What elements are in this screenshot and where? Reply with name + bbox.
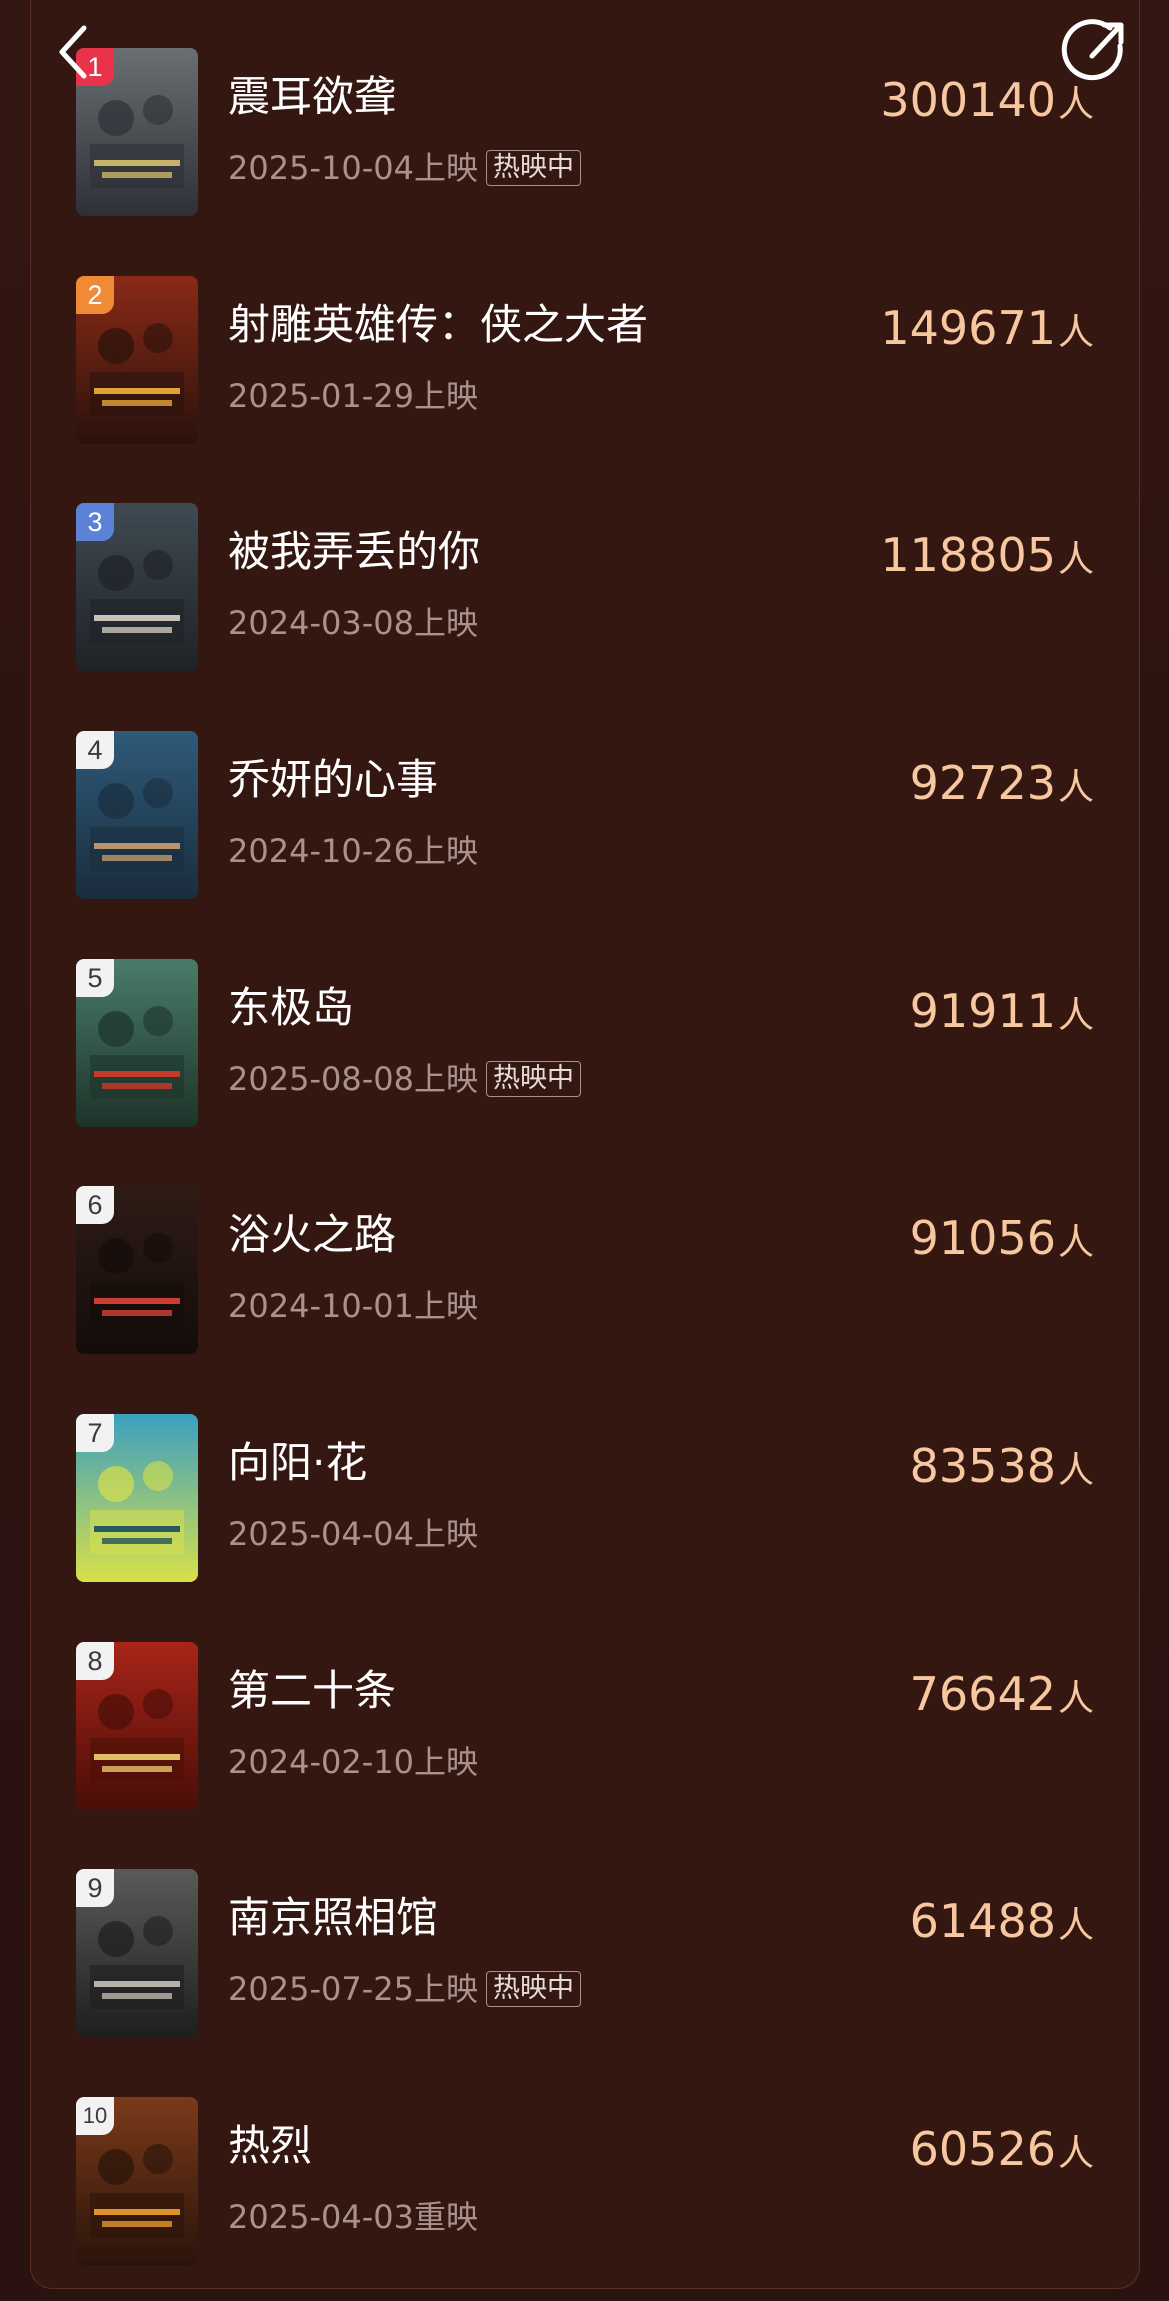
release-date: 2024-10-01上映 [228, 1287, 478, 1325]
movie-row[interactable]: 8 第二十条 2024-02-10上映 76642人 [30, 1594, 1138, 1822]
audience-count-number: 149671 [880, 301, 1056, 355]
movie-title[interactable]: 东极岛 [228, 983, 354, 1033]
rank-badge: 7 [76, 1414, 114, 1452]
release-date: 2025-04-04上映 [228, 1515, 478, 1553]
audience-count-number: 91056 [909, 1211, 1056, 1265]
movie-row[interactable]: 7 向阳·花 2025-04-04上映 83538人 [30, 1366, 1138, 1594]
audience-count: 91056人 [910, 1210, 1094, 1277]
movie-row[interactable]: 5 东极岛 2025-08-08上映 热映中 91911人 [30, 911, 1138, 1139]
movie-row[interactable]: 1 震耳欲聋 2025-10-04上映 热映中 300140人 [30, 0, 1138, 228]
movie-title[interactable]: 射雕英雄传：侠之大者 [228, 300, 648, 350]
audience-count: 60526人 [910, 2121, 1094, 2188]
release-date-line: 2024-02-10上映 [228, 1742, 478, 1782]
audience-count: 91911人 [910, 983, 1094, 1050]
rank-badge: 10 [76, 2097, 114, 2135]
audience-count-number: 60526 [909, 2122, 1056, 2176]
share-icon [1061, 19, 1124, 81]
back-button[interactable] [52, 22, 96, 82]
movie-title[interactable]: 被我弄丢的你 [228, 527, 480, 577]
release-date: 2024-03-08上映 [228, 604, 478, 642]
release-date-line: 2025-04-03重映 [228, 2197, 478, 2237]
rank-badge: 3 [76, 503, 114, 541]
audience-count: 61488人 [910, 1893, 1094, 1960]
release-date-line: 2025-07-25上映 热映中 [228, 1969, 581, 2009]
release-date: 2025-08-08上映 [228, 1060, 478, 1098]
rank-badge: 4 [76, 731, 114, 769]
audience-count: 76642人 [910, 1666, 1094, 1733]
release-date-line: 2024-03-08上映 [228, 603, 478, 643]
release-date: 2025-10-04上映 [228, 149, 478, 187]
audience-count-unit: 人 [1057, 1222, 1094, 1263]
release-date: 2025-07-25上映 [228, 1970, 478, 2008]
audience-count: 83538人 [910, 1438, 1094, 1505]
audience-count-unit: 人 [1057, 84, 1094, 125]
audience-count-number: 91911 [909, 984, 1056, 1038]
rank-badge: 2 [76, 276, 114, 314]
release-date: 2025-01-29上映 [228, 377, 478, 415]
chevron-left-icon [59, 25, 87, 79]
audience-count-unit: 人 [1057, 539, 1094, 580]
movie-title[interactable]: 向阳·花 [228, 1438, 367, 1488]
movie-title[interactable]: 浴火之路 [228, 1210, 396, 1260]
audience-count-number: 76642 [909, 1667, 1056, 1721]
rank-badge: 8 [76, 1642, 114, 1680]
audience-count-number: 300140 [880, 73, 1056, 127]
release-date-line: 2025-08-08上映 热映中 [228, 1059, 581, 1099]
now-showing-badge: 热映中 [485, 1061, 581, 1097]
movie-row[interactable]: 4 乔妍的心事 2024-10-26上映 92723人 [30, 683, 1138, 911]
audience-count-number: 61488 [909, 1894, 1056, 1948]
release-date-line: 2025-01-29上映 [228, 376, 478, 416]
audience-count: 149671人 [880, 300, 1094, 367]
audience-count-unit: 人 [1057, 1905, 1094, 1946]
now-showing-badge: 热映中 [485, 150, 581, 186]
rank-badge: 5 [76, 959, 114, 997]
release-date: 2025-04-03重映 [228, 2198, 478, 2236]
audience-count-number: 83538 [909, 1439, 1056, 1493]
movie-title[interactable]: 震耳欲聋 [228, 72, 396, 122]
audience-count-unit: 人 [1057, 312, 1094, 353]
audience-count-unit: 人 [1057, 2133, 1094, 2174]
release-date: 2024-10-26上映 [228, 832, 478, 870]
rank-badge: 9 [76, 1869, 114, 1907]
movie-row[interactable]: 3 被我弄丢的你 2024-03-08上映 118805人 [30, 455, 1138, 683]
release-date-line: 2025-04-04上映 [228, 1514, 478, 1554]
share-button[interactable] [1060, 16, 1130, 86]
audience-count-unit: 人 [1057, 1450, 1094, 1491]
movie-row[interactable]: 2 射雕英雄传：侠之大者 2025-01-29上映 149671人 [30, 228, 1138, 456]
movie-row[interactable]: 10 热烈 2025-04-03重映 60526人 [30, 2049, 1138, 2277]
audience-count-number: 92723 [909, 756, 1056, 810]
rank-badge: 6 [76, 1186, 114, 1224]
movie-title[interactable]: 乔妍的心事 [228, 755, 438, 805]
release-date: 2024-02-10上映 [228, 1743, 478, 1781]
audience-count-unit: 人 [1057, 767, 1094, 808]
audience-count: 92723人 [910, 755, 1094, 822]
release-date-line: 2024-10-26上映 [228, 831, 478, 871]
audience-count: 118805人 [880, 527, 1094, 594]
release-date-line: 2024-10-01上映 [228, 1286, 478, 1326]
movie-row[interactable]: 9 南京照相馆 2025-07-25上映 热映中 61488人 [30, 1821, 1138, 2049]
movie-title[interactable]: 南京照相馆 [228, 1893, 438, 1943]
audience-count-number: 118805 [880, 528, 1056, 582]
release-date-line: 2025-10-04上映 热映中 [228, 148, 581, 188]
audience-count-unit: 人 [1057, 995, 1094, 1036]
movie-title[interactable]: 第二十条 [228, 1666, 396, 1716]
now-showing-badge: 热映中 [485, 1971, 581, 2007]
movie-title[interactable]: 热烈 [228, 2121, 312, 2171]
audience-count-unit: 人 [1057, 1678, 1094, 1719]
movie-row[interactable]: 6 浴火之路 2024-10-01上映 91056人 [30, 1138, 1138, 1366]
